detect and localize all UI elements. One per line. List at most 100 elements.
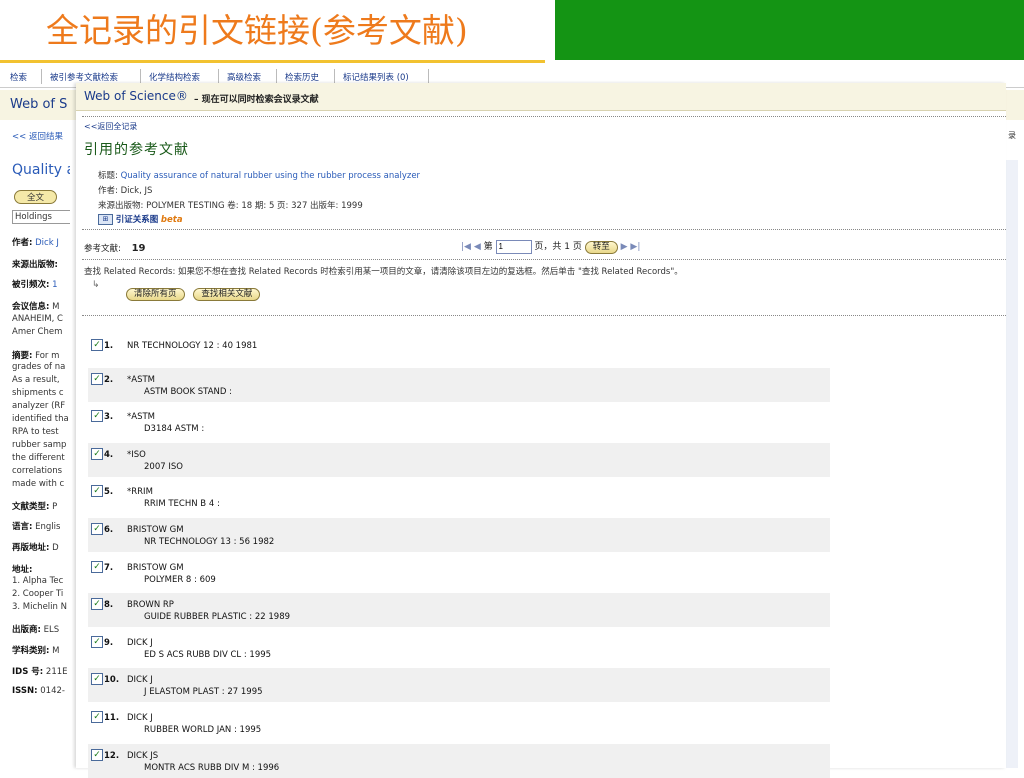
nav-structure-search[interactable]: 化学结构检索 xyxy=(149,71,200,83)
record-field-value: For m xyxy=(35,351,60,361)
author-value: Dick, JS xyxy=(120,186,153,196)
reference-author: *RRIM xyxy=(127,487,153,498)
nav-advanced-search[interactable]: 高级检索 xyxy=(227,71,261,83)
reference-checkbox[interactable]: ✓ xyxy=(91,523,103,535)
record-field-value: 1 xyxy=(52,280,58,290)
reference-number: 3. xyxy=(104,412,114,423)
reference-count: 参考文献: 19 xyxy=(84,242,146,254)
reference-number: 2. xyxy=(104,374,114,385)
reference-number: 5. xyxy=(104,487,114,498)
record-field: 地址: xyxy=(12,563,32,575)
background-right-text: 录 xyxy=(1008,131,1016,140)
reference-checkbox[interactable]: ✓ xyxy=(91,711,103,723)
nav-search-history[interactable]: 检索历史 xyxy=(285,71,319,83)
go-button[interactable]: 转至 xyxy=(584,241,618,254)
record-field: 语言: Englis xyxy=(12,520,60,532)
record-field-label: 会议信息: xyxy=(12,302,50,312)
record-field: rubber samp xyxy=(12,440,66,450)
slide-title: 全记录的引文链接(参考文献) xyxy=(46,11,468,50)
reference-number: 8. xyxy=(104,600,114,611)
record-field-value: 1. Alpha Tec xyxy=(12,576,64,586)
record-field-value: ELS xyxy=(43,625,60,635)
reference-row: ✓ 1. NR TECHNOLOGY 12 : 40 1981 xyxy=(88,330,830,364)
nav-marked-list[interactable]: 标记结果列表 (0) xyxy=(343,71,409,83)
back-to-results-link[interactable]: << 返回结果 xyxy=(12,130,63,142)
record-field: shipments c xyxy=(12,388,64,398)
reference-checkbox[interactable]: ✓ xyxy=(91,410,103,423)
citation-map-icon: ⊞ xyxy=(98,214,113,225)
record-field-value: Englis xyxy=(35,522,61,532)
record-field-value: made with c xyxy=(12,479,65,489)
record-field: RPA to test xyxy=(12,427,59,437)
record-field-label: 作者: xyxy=(12,238,33,248)
nav-search[interactable]: 检索 xyxy=(10,71,27,83)
record-field-value: Amer Chem xyxy=(12,327,63,337)
record-field-value: the different xyxy=(12,453,65,463)
reference-row: ✓ 9. DICK J ED S ACS RUBB DIV CL : 1995 xyxy=(88,631,830,665)
record-title-link[interactable]: Quality assurance of natural rubber usin… xyxy=(121,171,420,181)
record-field-value: ANAHEIM, C xyxy=(12,314,63,324)
record-field-label: 来源出版物: xyxy=(12,260,58,270)
reference-checkbox[interactable]: ✓ xyxy=(91,673,103,686)
record-field-value: 211E xyxy=(45,667,68,677)
reference-checkbox[interactable]: ✓ xyxy=(91,485,103,498)
record-field: 2. Cooper Ti xyxy=(12,589,63,599)
record-field: ISSN: 0142- xyxy=(12,686,65,696)
green-header-bar xyxy=(555,0,1024,60)
record-field: 会议信息: M xyxy=(12,300,59,312)
reference-checkbox[interactable]: ✓ xyxy=(91,447,103,460)
prev-page-icon[interactable]: ◀ xyxy=(474,242,481,252)
record-field: 出版商: ELS xyxy=(12,623,59,635)
reference-checkbox[interactable]: ✓ xyxy=(91,372,103,385)
reference-checkbox[interactable]: ✓ xyxy=(91,635,103,648)
down-arrow-icon: ↳ xyxy=(92,280,100,290)
record-field-value: identified tha xyxy=(12,414,69,424)
nav-divider xyxy=(428,69,429,84)
reference-source: RUBBER WORLD JAN : 1995 xyxy=(144,725,262,735)
reference-checkbox[interactable]: ✓ xyxy=(91,339,103,351)
record-field: 作者: Dick J xyxy=(12,236,59,248)
pager: |◀ ◀ 第 页，共 1 页 转至 ▶ ▶| xyxy=(461,239,640,254)
reference-source: 2007 ISO xyxy=(144,461,183,472)
page-title: 引用的参考文献 xyxy=(84,142,189,158)
reference-author: *ASTM xyxy=(127,412,155,423)
citation-map-link[interactable]: 引证关系图 xyxy=(116,215,159,225)
full-text-button[interactable]: 全文 xyxy=(14,190,58,204)
record-field-value: M xyxy=(52,646,60,656)
nav-divider xyxy=(334,69,335,84)
last-page-icon[interactable]: ▶| xyxy=(630,242,640,252)
record-field-label: 再版地址: xyxy=(12,543,50,553)
nav-cited-ref-search[interactable]: 被引参考文献检索 xyxy=(50,71,118,83)
reference-number: 4. xyxy=(104,449,114,460)
reference-author: *ASTM xyxy=(127,374,155,385)
first-page-icon[interactable]: |◀ xyxy=(461,242,471,252)
record-field: As a result, xyxy=(12,375,60,385)
holdings-select[interactable]: Holdings xyxy=(12,210,70,224)
record-field: 学科类别: M xyxy=(12,644,59,656)
page-number-input[interactable] xyxy=(495,239,532,254)
reference-checkbox[interactable]: ✓ xyxy=(91,560,103,573)
record-field: 文献类型: P xyxy=(12,500,57,512)
record-field-value: 3. Michelin N xyxy=(12,602,67,612)
record-field: 被引频次: 1 xyxy=(12,278,58,290)
citation-map-line: ⊞ 引证关系图 beta xyxy=(98,213,183,225)
reference-author: DICK J xyxy=(127,713,153,723)
find-related-button[interactable]: 查找相关文献 xyxy=(193,288,261,301)
record-field-value: shipments c xyxy=(12,388,64,398)
record-field-value: D xyxy=(52,543,59,553)
reference-number: 9. xyxy=(104,637,114,648)
back-to-full-record-link[interactable]: <<返回全记录 xyxy=(84,121,137,132)
next-page-icon[interactable]: ▶ xyxy=(621,242,628,252)
reference-number: 11. xyxy=(104,713,120,723)
record-field: the different xyxy=(12,453,65,463)
reference-checkbox[interactable]: ✓ xyxy=(91,748,103,761)
reference-source: ED S ACS RUBB DIV CL : 1995 xyxy=(144,649,272,660)
record-field-label: 地址: xyxy=(12,565,33,575)
clear-all-pages-button[interactable]: 清除所有页 xyxy=(126,288,185,301)
divider xyxy=(82,315,1006,316)
record-field: analyzer (RF xyxy=(12,401,65,411)
reference-author: BROWN RP xyxy=(127,600,174,611)
accent-line xyxy=(0,60,545,63)
record-field: grades of na xyxy=(12,362,65,372)
reference-checkbox[interactable]: ✓ xyxy=(91,598,103,611)
